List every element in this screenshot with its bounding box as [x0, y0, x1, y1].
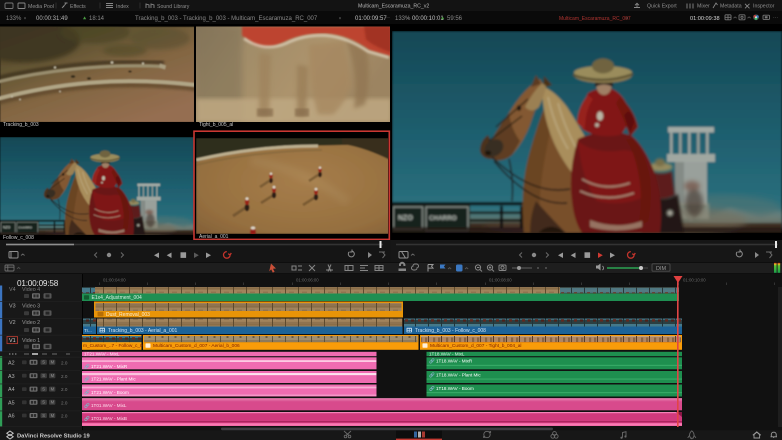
svg-text:DIM: DIM: [656, 266, 667, 272]
svg-text:59:56: 59:56: [447, 16, 463, 22]
svg-text:Inspector: Inspector: [753, 4, 775, 10]
svg-text:01:00:09:57: 01:00:09:57: [355, 16, 387, 22]
svg-text:V2: V2: [9, 320, 16, 326]
svg-text:00:00:31:49: 00:00:31:49: [36, 16, 68, 22]
svg-text:Multicam_Custom_d_007 - Aerial: Multicam_Custom_d_007 - Aerial_b_006: [153, 343, 240, 349]
svg-text:Quick Export: Quick Export: [647, 4, 677, 10]
svg-text:M: M: [51, 360, 55, 365]
svg-text:Tracking_b_003 - Tracking_b_00: Tracking_b_003 - Tracking_b_003 - Multic…: [135, 16, 318, 22]
svg-text:M: M: [51, 373, 55, 378]
svg-text:2.0: 2.0: [61, 374, 68, 379]
svg-text:A5: A5: [8, 400, 15, 406]
svg-text:▾: ▾: [407, 15, 409, 20]
svg-text:00:00:10:01: 00:00:10:01: [412, 16, 444, 22]
svg-text:01:00:04:00: 01:00:04:00: [103, 278, 126, 283]
svg-text:m_Custom_..7 - Follow_c_007: m_Custom_..7 - Follow_c_007: [83, 343, 148, 349]
svg-text:🔗 1T21.WAV - MixR: 🔗 1T21.WAV - MixR: [84, 363, 128, 370]
svg-text:Tracking_b_003 - Aerial_a_001: Tracking_b_003 - Aerial_a_001: [108, 328, 178, 334]
svg-text:Sound Library: Sound Library: [157, 4, 190, 10]
svg-text:Tracking_b_003: Tracking_b_003: [3, 122, 39, 128]
svg-text:Video 4: Video 4: [22, 287, 40, 293]
svg-text:S: S: [42, 386, 45, 391]
svg-text:🔗 1T18.WAV - MixR: 🔗 1T18.WAV - MixR: [429, 358, 473, 365]
svg-text:V1: V1: [9, 338, 16, 344]
svg-text:Metadata: Metadata: [720, 4, 742, 10]
svg-text:···: ···: [773, 15, 778, 21]
svg-text:M: M: [51, 386, 55, 391]
svg-text:🔗 1T18.WAV - Boom: 🔗 1T18.WAV - Boom: [429, 385, 474, 392]
svg-text:S: S: [42, 360, 45, 365]
svg-text:▾: ▾: [339, 15, 341, 20]
svg-text:01:00:10:00: 01:00:10:00: [683, 278, 706, 283]
svg-text:Tight_b_005_al: Tight_b_005_al: [199, 122, 233, 128]
svg-text:Media Pool: Media Pool: [28, 4, 54, 10]
svg-text:2.0: 2.0: [61, 414, 68, 419]
svg-text:18:14: 18:14: [89, 16, 105, 22]
svg-text:S: S: [42, 413, 45, 418]
svg-text:Tr...: Tr...: [84, 328, 92, 333]
svg-text:2.0: 2.0: [61, 400, 68, 405]
svg-text:🔗 1T21.WAV - Boom: 🔗 1T21.WAV - Boom: [84, 389, 129, 396]
svg-text:Multicam_Escaramuza_RC_v2: Multicam_Escaramuza_RC_v2: [358, 4, 429, 10]
svg-text:A6: A6: [8, 414, 15, 420]
svg-text:Video 2: Video 2: [22, 320, 40, 326]
svg-text:···: ···: [384, 15, 390, 21]
svg-text:01:00:06:00: 01:00:06:00: [296, 278, 319, 283]
svg-text:V3: V3: [9, 303, 16, 309]
svg-text:Mixer: Mixer: [697, 4, 710, 10]
svg-text:E1x4_Adjustment_004: E1x4_Adjustment_004: [92, 295, 143, 301]
svg-text:01:00:09:38: 01:00:09:38: [690, 16, 720, 22]
svg-text:133%: 133%: [6, 16, 22, 22]
svg-text:S: S: [42, 373, 45, 378]
svg-text:▾: ▾: [626, 15, 628, 20]
svg-text:🔗 1T18.WAV - Plant Mic: 🔗 1T18.WAV - Plant Mic: [429, 371, 481, 378]
svg-text:Multicam_Custom_d_007 - Tight_: Multicam_Custom_d_007 - Tight_b_004_al: [430, 343, 521, 349]
svg-text:A4: A4: [8, 387, 15, 393]
svg-text:Video 1: Video 1: [22, 338, 40, 344]
svg-text:2.0: 2.0: [61, 360, 68, 365]
svg-text:1T18.WAV - MixL: 1T18.WAV - MixL: [429, 352, 465, 357]
svg-text:Index: Index: [116, 4, 129, 10]
svg-text:Effects: Effects: [70, 4, 86, 10]
svg-text:2.0: 2.0: [61, 387, 68, 392]
svg-text:Tracking_b_003 - Follow_c_008: Tracking_b_003 - Follow_c_008: [415, 328, 486, 334]
svg-text:01:00:08:00: 01:00:08:00: [489, 278, 512, 283]
svg-text:A2: A2: [8, 360, 15, 366]
svg-text:Dust_Removal_003: Dust_Removal_003: [106, 312, 150, 318]
svg-text:▾: ▾: [24, 15, 26, 20]
svg-text:A3: A3: [8, 374, 15, 380]
svg-text:M: M: [51, 400, 55, 405]
svg-text:M: M: [51, 413, 55, 418]
svg-text:🔗 1T01.WAV - MixL: 🔗 1T01.WAV - MixL: [84, 402, 127, 409]
svg-text:1T21.WAV - MixL: 1T21.WAV - MixL: [84, 352, 120, 357]
svg-text:DaVinci Resolve Studio 19: DaVinci Resolve Studio 19: [17, 433, 90, 439]
svg-text:🔗 1T01.WAV - MixB: 🔗 1T01.WAV - MixB: [84, 415, 127, 422]
svg-text:Video 3: Video 3: [22, 303, 40, 309]
svg-text:V4: V4: [9, 287, 16, 293]
svg-text:S: S: [42, 400, 45, 405]
svg-text:🔗 1T21.WAV - Plant Mic: 🔗 1T21.WAV - Plant Mic: [84, 376, 136, 383]
svg-text:Multicam_Escaramuza_RC_007: Multicam_Escaramuza_RC_007: [559, 16, 631, 22]
